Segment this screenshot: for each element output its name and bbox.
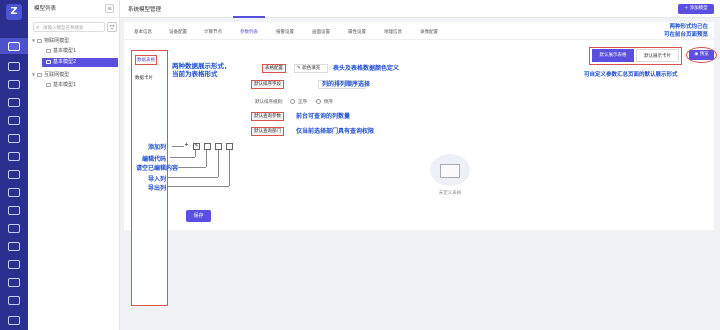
connector-line	[168, 186, 229, 187]
logo-icon[interactable]: Z	[6, 4, 22, 20]
doc-icon[interactable]	[8, 134, 20, 143]
top-bar: 系统模型管理	[120, 0, 720, 18]
nav-rail: Z	[0, 0, 28, 330]
connector-line	[178, 167, 206, 168]
connector-line	[195, 150, 196, 157]
caret-down-icon[interactable]: ▼	[32, 38, 35, 43]
monitor-icon[interactable]	[8, 62, 20, 71]
table-config-button[interactable]: 表格配置	[262, 64, 286, 73]
report-icon[interactable]	[8, 206, 20, 215]
tab-compute-node[interactable]: 计算节点	[204, 29, 222, 35]
tab-screen[interactable]: 画面设置	[312, 29, 330, 35]
sort-desc-label: 倒序	[324, 100, 333, 105]
more-icon[interactable]	[8, 296, 20, 305]
tab-param-list[interactable]: 参数列表	[240, 29, 258, 35]
annotation-sort-select: 列的排列顺序选择	[322, 81, 371, 88]
tab-bar: 基本信息 设备配置 计算节点 参数列表 报警设置 画面设置 属性设置 地理信息 …	[124, 22, 714, 40]
sort-asc-label: 正序	[298, 100, 307, 105]
tree-node-basic1[interactable]: 基本模型1	[42, 47, 118, 56]
trash-icon[interactable]	[204, 143, 211, 150]
annotation-edit-code: 编辑代码	[142, 156, 167, 163]
connector-line	[170, 157, 195, 158]
annotation-clear-edit: 请空已编辑内容	[136, 165, 179, 172]
collapse-icon[interactable]: ≡	[105, 4, 114, 13]
tree-node-internet[interactable]: ▼ 互联网模型	[32, 70, 118, 79]
default-sort-rule-label: 默认排序规则:	[255, 100, 284, 105]
list-icon[interactable]	[8, 188, 20, 197]
preview-button[interactable]: ◉ 预览	[689, 50, 714, 60]
data-icon[interactable]	[8, 224, 20, 233]
grid-icon[interactable]	[8, 242, 20, 251]
calendar-icon[interactable]	[8, 260, 20, 269]
model-icon[interactable]	[8, 42, 20, 51]
edit-icon[interactable]: ✎	[193, 143, 200, 150]
tab-attribute[interactable]: 属性设置	[348, 29, 366, 35]
tree-search-input[interactable]: ⌕ 请输入模型名称搜索	[33, 22, 105, 32]
folder-icon	[37, 39, 43, 43]
settings-icon[interactable]	[8, 170, 20, 179]
style-card-option[interactable]: 数据卡片	[135, 75, 153, 81]
annotation-default-display: 可自定义参数汇总页面的默认展示形式	[584, 72, 678, 78]
user-icon[interactable]	[8, 316, 20, 325]
annotation-import-column: 导入列	[148, 176, 167, 183]
filter-icon[interactable]: ▽	[107, 22, 117, 32]
annotation-query-dept: 仅当前选择部门具有查询权限	[296, 128, 375, 135]
tree-title: 模型列表	[34, 6, 57, 12]
annotation-export-column: 导出列	[148, 185, 167, 192]
annotation-query-params: 前台可查询的列数量	[296, 113, 351, 120]
tree-node-basic2[interactable]: 基本模型2	[42, 58, 118, 67]
search-icon: ⌕	[36, 24, 40, 31]
caret-down-icon[interactable]: ▼	[32, 72, 35, 77]
model-tree-panel: 模型列表 ≡ ⌕ 请输入模型名称搜索 ▽ ▼ 物联网模型 基本模型1 基本模型2 …	[28, 0, 120, 330]
empty-box-icon	[440, 164, 460, 178]
tree-header: 模型列表 ≡	[28, 0, 119, 18]
tab-device-config[interactable]: 设备配置	[169, 29, 187, 35]
table-icon[interactable]	[8, 278, 20, 287]
tab-recording[interactable]: 录像配置	[420, 29, 438, 35]
plus-icon[interactable]: +	[183, 143, 190, 150]
tab-alarm[interactable]: 报警设置	[276, 29, 294, 35]
connector-line	[168, 177, 218, 178]
tab-geo[interactable]: 地理信息	[384, 29, 402, 35]
connector-line	[206, 150, 207, 167]
export-icon[interactable]	[226, 143, 233, 150]
folder-icon	[37, 73, 43, 77]
save-button[interactable]: 保存	[186, 210, 211, 222]
default-card-button[interactable]: 默认展示卡片	[636, 49, 679, 62]
home-icon[interactable]	[8, 80, 20, 89]
annotation-top-right: 两种形式均己在 可在前台页面预览	[664, 24, 709, 38]
tab-basic-info[interactable]: 基本信息	[134, 29, 152, 35]
connector-line	[229, 150, 230, 186]
connector-line	[218, 150, 219, 177]
add-model-button[interactable]: + 添加模型	[678, 4, 714, 14]
page-title: 系统模型管理	[128, 7, 162, 13]
file-icon	[46, 49, 51, 53]
default-table-button[interactable]: 默认展示表格	[592, 49, 634, 62]
bell-icon[interactable]	[8, 152, 20, 161]
default-query-params-label: 默认查询参数	[251, 112, 284, 121]
default-query-dept-label: 默认查询部门	[251, 127, 284, 136]
tree-node-basic1-b[interactable]: 基本模型1	[42, 81, 118, 90]
chart-icon[interactable]	[8, 116, 20, 125]
empty-state: 未定义表格	[426, 150, 474, 196]
default-sort-field-label: 默认排序字段	[251, 80, 284, 89]
sort-asc-radio[interactable]	[290, 99, 295, 104]
tab-underline	[233, 16, 265, 18]
annotation-table-color: 表头及表格数据颜色定义	[333, 65, 400, 72]
annotation-display-forms: 两种数据展示形式， 当前为表格形式	[172, 62, 231, 78]
style-table-option[interactable]: 数据表格	[135, 55, 157, 65]
screen-icon[interactable]	[8, 98, 20, 107]
sort-desc-radio[interactable]	[316, 99, 321, 104]
color-fill-button[interactable]: ✎ 颜色填充	[294, 64, 328, 73]
annotation-add-column: 添加列	[148, 144, 167, 151]
search-placeholder: 请输入模型名称搜索	[43, 26, 84, 31]
file-icon	[46, 60, 51, 64]
file-icon	[46, 83, 51, 87]
import-icon[interactable]	[215, 143, 222, 150]
empty-label: 未定义表格	[438, 191, 462, 196]
tree-node-iot[interactable]: ▼ 物联网模型	[32, 36, 118, 45]
